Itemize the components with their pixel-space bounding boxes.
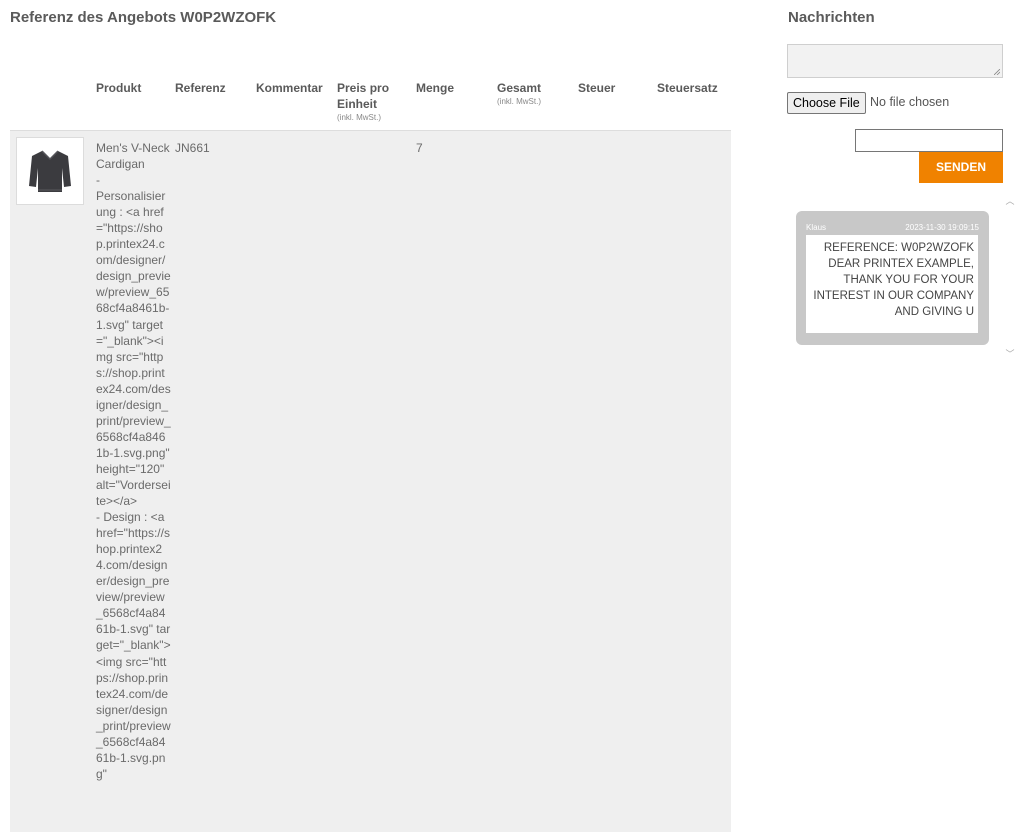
- table-header: Produkt Referenz Kommentar Preis pro Ein…: [10, 78, 731, 131]
- message-timestamp: 2023-11-30 19:09:15: [905, 223, 979, 232]
- row-quantity: 7: [416, 141, 423, 155]
- column-tax: Steuer: [578, 81, 616, 95]
- row-reference: JN661: [175, 141, 210, 155]
- message-textarea[interactable]: [787, 44, 1003, 78]
- file-status-text: No file chosen: [870, 95, 950, 109]
- column-unit-price: Preis pro Einheit (inkl. MwSt.): [337, 80, 397, 124]
- messages-title: Nachrichten: [788, 9, 875, 26]
- offer-page: Referenz des Angebots W0P2WZOFK Produkt …: [0, 0, 1024, 832]
- column-product: Produkt: [96, 81, 142, 95]
- choose-file-button[interactable]: Choose File: [787, 92, 866, 114]
- message-bubble: Klaus 2023-11-30 19:09:15 REFERENCE: W0P…: [796, 211, 989, 345]
- scroll-up-icon[interactable]: ︿: [1005, 196, 1015, 206]
- column-tax-rate: Steuersatz: [657, 81, 718, 95]
- product-description: Men's V-Neck Cardigan - Personalisierung…: [96, 141, 171, 781]
- offer-title: Referenz des Angebots W0P2WZOFK: [10, 9, 277, 26]
- cardigan-image: [29, 150, 71, 192]
- column-unit-price-label: Preis pro Einheit: [337, 81, 390, 111]
- column-quantity: Menge: [416, 81, 455, 95]
- column-total: Gesamt (inkl. MwSt.): [497, 80, 541, 108]
- message-text: REFERENCE: W0P2WZOFK DEAR PRINTEX EXAMPL…: [806, 235, 978, 333]
- send-button[interactable]: SENDEN: [919, 152, 1003, 183]
- column-unit-price-note: (inkl. MwSt.): [337, 113, 381, 122]
- product-thumbnail[interactable]: [16, 137, 84, 205]
- message-input[interactable]: [855, 129, 1003, 152]
- message-author: Klaus: [806, 223, 827, 232]
- column-total-note: (inkl. MwSt.): [497, 97, 541, 106]
- table-row: Men's V-Neck Cardigan - Personalisierung…: [10, 131, 731, 832]
- scroll-down-icon[interactable]: ﹀: [1005, 349, 1015, 359]
- column-comment: Kommentar: [256, 81, 323, 95]
- column-reference: Referenz: [175, 81, 226, 95]
- resize-grip-icon[interactable]: [994, 69, 1000, 75]
- column-total-label: Gesamt: [497, 81, 542, 95]
